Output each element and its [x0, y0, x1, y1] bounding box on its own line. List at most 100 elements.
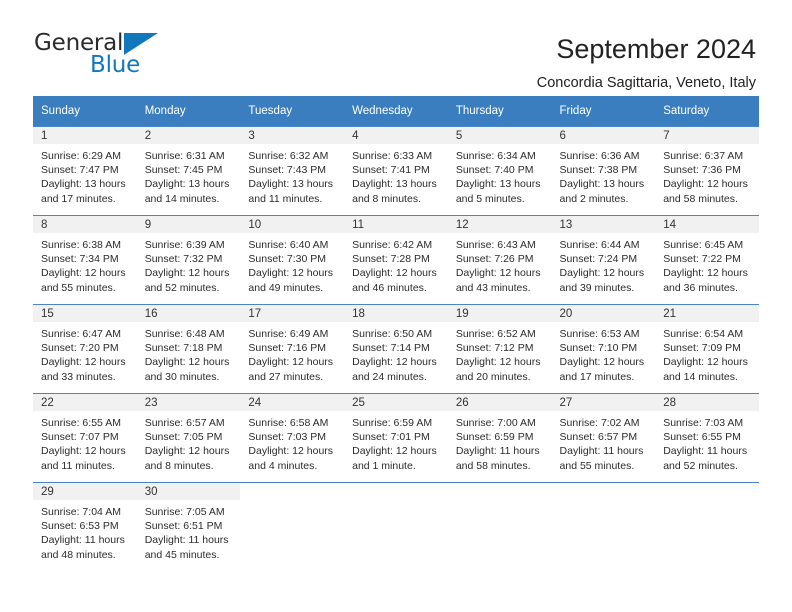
day-details: Sunrise: 7:02 AM Sunset: 6:57 PM Daylight:… [552, 411, 656, 477]
day-details: Sunrise: 6:33 AM Sunset: 7:41 PM Daylight:… [344, 144, 448, 210]
daylight-duration: Daylight: 12 hours and 27 minutes. [248, 356, 334, 383]
calendar-day-cell[interactable]: 26 Sunrise: 7:00 AM Sunset: 6:59 PM Dayligh… [447, 393, 552, 483]
daylight-duration: Daylight: 12 hours and 8 minutes. [144, 445, 230, 472]
sunset-time: Sunset: 7:14 PM [352, 342, 430, 355]
page-title: September 2024 [556, 34, 756, 64]
sunrise-time: Sunrise: 6:39 AM [144, 239, 225, 251]
day-details: Sunrise: 6:37 AM Sunset: 7:36 PM Daylight:… [655, 144, 759, 210]
calendar-day-cell[interactable]: 20 Sunrise: 6:53 AM Sunset: 7:10 PM Dayligh… [551, 304, 656, 394]
day-number: 17 [240, 305, 345, 322]
calendar-day-cell-empty [344, 482, 448, 571]
daylight-duration: Daylight: 12 hours and 36 minutes. [663, 267, 748, 294]
calendar-day-cell[interactable]: 6 Sunrise: 6:36 AM Sunset: 7:38 PM Daylight… [551, 126, 656, 216]
calendar-day-cell[interactable]: 12 Sunrise: 6:43 AM Sunset: 7:26 PM Dayligh… [447, 215, 552, 305]
day-number: 2 [136, 127, 241, 144]
sunrise-time: Sunrise: 6:48 AM [144, 328, 225, 340]
daylight-duration: Daylight: 12 hours and 58 minutes. [663, 178, 748, 205]
sunrise-time: Sunrise: 6:57 AM [144, 417, 225, 429]
day-details: Sunrise: 6:43 AM Sunset: 7:26 PM Daylight:… [448, 233, 552, 299]
calendar-day-cell[interactable]: 15 Sunrise: 6:47 AM Sunset: 7:20 PM Dayligh… [33, 304, 137, 394]
day-number: 21 [655, 305, 759, 322]
day-number: 11 [344, 216, 448, 233]
sunrise-time: Sunrise: 6:40 AM [248, 239, 329, 251]
daylight-duration: Daylight: 13 hours and 17 minutes. [41, 178, 126, 205]
calendar-day-cell[interactable]: 3 Sunrise: 6:32 AM Sunset: 7:43 PM Daylight… [240, 126, 345, 216]
sunset-time: Sunset: 7:36 PM [663, 164, 741, 177]
sunset-time: Sunset: 6:51 PM [144, 520, 223, 533]
sunrise-time: Sunrise: 6:45 AM [663, 239, 744, 251]
calendar-day-cell[interactable]: 17 Sunrise: 6:49 AM Sunset: 7:16 PM Dayligh… [240, 304, 345, 394]
sunset-time: Sunset: 6:53 PM [41, 520, 119, 533]
sunrise-time: Sunrise: 6:54 AM [663, 328, 744, 340]
sunset-time: Sunset: 7:12 PM [455, 342, 534, 355]
calendar-day-cell[interactable]: 13 Sunrise: 6:44 AM Sunset: 7:24 PM Dayligh… [551, 215, 656, 305]
sunrise-time: Sunrise: 6:58 AM [248, 417, 329, 429]
calendar-day-cell[interactable]: 24 Sunrise: 6:58 AM Sunset: 7:03 PM Dayligh… [240, 393, 345, 483]
day-number: 13 [551, 216, 656, 233]
sunrise-time: Sunrise: 7:04 AM [41, 506, 121, 518]
daylight-duration: Daylight: 12 hours and 1 minute. [352, 445, 437, 472]
calendar-day-cell[interactable]: 9 Sunrise: 6:39 AM Sunset: 7:32 PM Daylight… [136, 215, 241, 305]
calendar-day-cell[interactable]: 30 Sunrise: 7:05 AM Sunset: 6:51 PM Dayligh… [136, 482, 241, 571]
daylight-duration: Daylight: 12 hours and 17 minutes. [559, 356, 645, 383]
calendar-day-cell[interactable]: 25 Sunrise: 6:59 AM Sunset: 7:01 PM Dayligh… [344, 393, 448, 483]
calendar-day-cell[interactable]: 2 Sunrise: 6:31 AM Sunset: 7:45 PM Daylight… [136, 126, 241, 216]
calendar-day-cell[interactable]: 19 Sunrise: 6:52 AM Sunset: 7:12 PM Dayligh… [447, 304, 552, 394]
calendar-day-cell[interactable]: 29 Sunrise: 7:04 AM Sunset: 6:53 PM Dayligh… [33, 482, 137, 571]
day-details: Sunrise: 6:53 AM Sunset: 7:10 PM Daylight:… [552, 322, 656, 388]
sunset-time: Sunset: 7:45 PM [144, 164, 223, 177]
day-details: Sunrise: 6:34 AM Sunset: 7:40 PM Daylight:… [448, 144, 552, 210]
sunset-time: Sunset: 7:38 PM [559, 164, 638, 177]
sunset-time: Sunset: 7:22 PM [663, 253, 741, 266]
weekday-header-sunday: Sunday [33, 96, 137, 127]
day-number: 30 [136, 483, 241, 500]
daylight-duration: Daylight: 12 hours and 52 minutes. [144, 267, 230, 294]
daylight-duration: Daylight: 12 hours and 55 minutes. [41, 267, 126, 294]
day-number: 7 [655, 127, 759, 144]
calendar-day-cell[interactable]: 11 Sunrise: 6:42 AM Sunset: 7:28 PM Dayligh… [344, 215, 448, 305]
daylight-duration: Daylight: 13 hours and 14 minutes. [144, 178, 230, 205]
day-number: 27 [551, 394, 656, 411]
day-details: Sunrise: 6:57 AM Sunset: 7:05 PM Daylight:… [137, 411, 241, 477]
page-header: General Blue September 2024 Concordia Sa… [0, 0, 792, 96]
sunrise-time: Sunrise: 6:38 AM [41, 239, 121, 251]
day-details: Sunrise: 6:54 AM Sunset: 7:09 PM Daylight:… [655, 322, 759, 388]
daylight-duration: Daylight: 12 hours and 14 minutes. [663, 356, 748, 383]
day-number: 18 [344, 305, 448, 322]
calendar-day-cell[interactable]: 22 Sunrise: 6:55 AM Sunset: 7:07 PM Dayligh… [33, 393, 137, 483]
calendar-day-cell[interactable]: 27 Sunrise: 7:02 AM Sunset: 6:57 PM Dayligh… [551, 393, 656, 483]
calendar-day-cell[interactable]: 16 Sunrise: 6:48 AM Sunset: 7:18 PM Dayligh… [136, 304, 241, 394]
sunrise-time: Sunrise: 6:43 AM [455, 239, 536, 251]
day-number [240, 483, 345, 500]
calendar-body: 1 Sunrise: 6:29 AM Sunset: 7:47 PM Daylight… [33, 126, 759, 571]
day-details: Sunrise: 7:05 AM Sunset: 6:51 PM Daylight:… [137, 500, 241, 566]
calendar-day-cell[interactable]: 4 Sunrise: 6:33 AM Sunset: 7:41 PM Daylight… [344, 126, 448, 216]
calendar-day-cell[interactable]: 5 Sunrise: 6:34 AM Sunset: 7:40 PM Daylight… [447, 126, 552, 216]
sunrise-time: Sunrise: 6:53 AM [559, 328, 640, 340]
sunrise-time: Sunrise: 7:03 AM [663, 417, 744, 429]
sunrise-time: Sunrise: 7:00 AM [455, 417, 536, 429]
sunrise-time: Sunrise: 6:29 AM [41, 150, 121, 162]
calendar-day-cell[interactable]: 10 Sunrise: 6:40 AM Sunset: 7:30 PM Dayligh… [240, 215, 345, 305]
calendar-day-cell-empty [655, 482, 759, 571]
sunset-time: Sunset: 6:57 PM [559, 431, 638, 444]
day-number [447, 483, 552, 500]
sunset-time: Sunset: 7:07 PM [41, 431, 119, 444]
calendar-day-cell[interactable]: 7 Sunrise: 6:37 AM Sunset: 7:36 PM Daylight… [655, 126, 759, 216]
calendar-day-cell[interactable]: 23 Sunrise: 6:57 AM Sunset: 7:05 PM Dayligh… [136, 393, 241, 483]
daylight-duration: Daylight: 12 hours and 43 minutes. [455, 267, 541, 294]
daylight-duration: Daylight: 12 hours and 4 minutes. [248, 445, 334, 472]
calendar-day-cell[interactable]: 21 Sunrise: 6:54 AM Sunset: 7:09 PM Dayligh… [655, 304, 759, 394]
sunrise-time: Sunrise: 6:44 AM [559, 239, 640, 251]
weekday-header-monday: Monday [136, 96, 241, 127]
sunset-time: Sunset: 7:20 PM [41, 342, 119, 355]
calendar-day-cell[interactable]: 1 Sunrise: 6:29 AM Sunset: 7:47 PM Daylight… [33, 126, 137, 216]
calendar-day-cell[interactable]: 14 Sunrise: 6:45 AM Sunset: 7:22 PM Dayligh… [655, 215, 759, 305]
daylight-duration: Daylight: 12 hours and 30 minutes. [144, 356, 230, 383]
calendar-day-cell[interactable]: 8 Sunrise: 6:38 AM Sunset: 7:34 PM Daylight… [33, 215, 137, 305]
day-number: 23 [136, 394, 241, 411]
sunset-time: Sunset: 6:59 PM [455, 431, 534, 444]
calendar-day-cell[interactable]: 28 Sunrise: 7:03 AM Sunset: 6:55 PM Dayligh… [655, 393, 759, 483]
sunset-time: Sunset: 7:01 PM [352, 431, 430, 444]
calendar-day-cell[interactable]: 18 Sunrise: 6:50 AM Sunset: 7:14 PM Dayligh… [344, 304, 448, 394]
